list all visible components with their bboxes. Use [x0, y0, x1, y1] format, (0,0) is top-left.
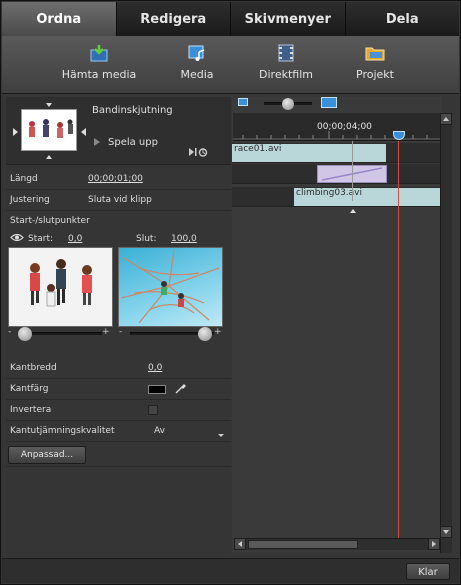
- project-button[interactable]: Projekt: [330, 44, 420, 81]
- transition-marker-icon: [350, 209, 356, 213]
- instant-movie-button[interactable]: Direktfilm: [241, 44, 331, 81]
- eyedropper-icon[interactable]: [174, 383, 186, 398]
- timeline-clip-climbing03[interactable]: climbing03.avi: [294, 188, 440, 206]
- antialias-dropdown[interactable]: Av: [154, 426, 165, 436]
- timeline-vertical-scrollbar[interactable]: [440, 113, 452, 553]
- length-value[interactable]: 00;00;01;00: [88, 174, 143, 184]
- zoom-slider[interactable]: [264, 98, 312, 110]
- alignment-dropdown[interactable]: Sluta vid klipp: [88, 195, 152, 205]
- border-width-value[interactable]: 0,0: [148, 363, 162, 373]
- zoom-slider-knob[interactable]: [282, 98, 294, 110]
- get-media-button[interactable]: Hämta media: [54, 44, 144, 81]
- scroll-right-button[interactable]: [428, 538, 440, 550]
- startend-row: Start-/slutpunkter: [6, 211, 231, 231]
- end-value[interactable]: 100,0: [171, 234, 197, 244]
- tab-redigera[interactable]: Redigera: [116, 2, 231, 36]
- alignment-label: Justering: [10, 195, 50, 205]
- length-row: Längd 00;00;01;00: [6, 169, 231, 190]
- end-slider-knob[interactable]: [198, 327, 212, 341]
- instant-movie-label: Direktfilm: [259, 68, 313, 81]
- start-label: Start:: [28, 234, 54, 244]
- end-preview-image: [118, 247, 223, 327]
- start-plus-icon: +: [102, 327, 110, 337]
- clip-race01-label: race01.avi: [234, 144, 282, 154]
- clip-boundary-line: [352, 141, 353, 201]
- duration-toggle-button[interactable]: [188, 147, 210, 160]
- arrow-left-icon[interactable]: [13, 128, 18, 136]
- media-button[interactable]: Media: [152, 44, 242, 81]
- tab-dela[interactable]: Dela: [345, 2, 459, 36]
- antialias-label: Kantutjämningskvalitet: [10, 426, 115, 436]
- time-ruler[interactable]: 00;00;04;00: [233, 113, 440, 141]
- horizontal-scroll-thumb[interactable]: [248, 540, 358, 549]
- play-button[interactable]: Spela upp: [94, 137, 158, 148]
- transition-name: Bandinskjutning: [92, 105, 173, 116]
- zoom-in-icon[interactable]: [321, 97, 337, 108]
- arrow-top-icon[interactable]: [46, 103, 52, 107]
- play-label: Spela upp: [108, 137, 158, 148]
- start-value[interactable]: 0,0: [68, 234, 82, 244]
- start-slider-knob[interactable]: [18, 327, 32, 341]
- arrow-right-icon[interactable]: [81, 128, 86, 136]
- startend-values-row: Start: 0,0 Slut: 100,0: [6, 231, 231, 247]
- arrow-bottom-icon[interactable]: [46, 155, 52, 159]
- zoom-out-icon[interactable]: [238, 98, 248, 106]
- transition-thumbnail-frame: [13, 103, 86, 159]
- border-color-label: Kantfärg: [10, 384, 49, 394]
- alignment-row: Justering Sluta vid klipp: [6, 190, 231, 211]
- invert-checkbox[interactable]: [148, 405, 158, 415]
- media-label: Media: [180, 68, 214, 81]
- video-track-2: climbing03.avi: [232, 187, 440, 207]
- get-media-icon: [89, 44, 109, 62]
- properties-panel: Bandinskjutning Spela upp Längd 00;00;01…: [6, 97, 231, 557]
- project-label: Projekt: [356, 68, 394, 81]
- instant-movie-icon: [276, 44, 296, 62]
- transition-preview: Bandinskjutning Spela upp: [6, 97, 231, 165]
- scroll-up-button[interactable]: [440, 113, 452, 125]
- invert-label: Invertera: [10, 405, 52, 415]
- end-minus-icon: -: [119, 327, 123, 337]
- start-slider[interactable]: [18, 327, 102, 341]
- tab-skivmenyer[interactable]: Skivmenyer: [231, 2, 346, 36]
- antialias-row: Kantutjämningskvalitet Av: [6, 421, 231, 442]
- start-preview-image: [8, 247, 113, 327]
- border-width-label: Kantbredd: [10, 363, 57, 373]
- timeline-horizontal-scrollbar[interactable]: [234, 538, 440, 550]
- transition-track: [232, 164, 440, 184]
- length-label: Längd: [10, 174, 38, 184]
- toolbar: Hämta media Media Direktfilm Projekt: [2, 36, 459, 94]
- video-track-1: race01.avi: [232, 143, 440, 163]
- scroll-down-button[interactable]: [440, 526, 452, 538]
- eye-icon[interactable]: [10, 233, 24, 245]
- play-icon: [94, 138, 100, 146]
- end-slider[interactable]: [130, 327, 214, 341]
- scroll-left-button[interactable]: [234, 538, 246, 550]
- start-minus-icon: -: [8, 327, 12, 337]
- end-label: Slut:: [136, 234, 157, 244]
- startend-previews: - + - +: [6, 247, 231, 341]
- border-width-row: Kantbredd 0,0: [6, 358, 231, 379]
- tab-bar: Ordna Redigera Skivmenyer Dela: [2, 2, 459, 36]
- timeline-clip-race01[interactable]: race01.avi: [232, 144, 386, 162]
- done-button[interactable]: Klar: [406, 563, 450, 580]
- end-plus-icon: +: [214, 327, 222, 337]
- border-color-swatch[interactable]: [148, 385, 166, 394]
- border-color-row: Kantfärg: [6, 379, 231, 400]
- chevron-down-icon[interactable]: [218, 434, 224, 437]
- project-icon: [365, 44, 385, 62]
- custom-button[interactable]: Anpassad...: [8, 446, 86, 464]
- startend-label: Start-/slutpunkter: [10, 216, 90, 226]
- get-media-label: Hämta media: [61, 68, 137, 81]
- divider: [6, 466, 231, 467]
- footer-bar: Klar: [2, 558, 459, 583]
- playhead-line: [398, 141, 399, 541]
- timeline-panel: 00;00;04;00 race01.avi climbing03.avi: [232, 97, 442, 552]
- transition-thumbnail: [21, 109, 77, 151]
- tab-ordna[interactable]: Ordna: [2, 2, 117, 36]
- invert-row: Invertera: [6, 400, 231, 421]
- media-icon: [187, 44, 207, 62]
